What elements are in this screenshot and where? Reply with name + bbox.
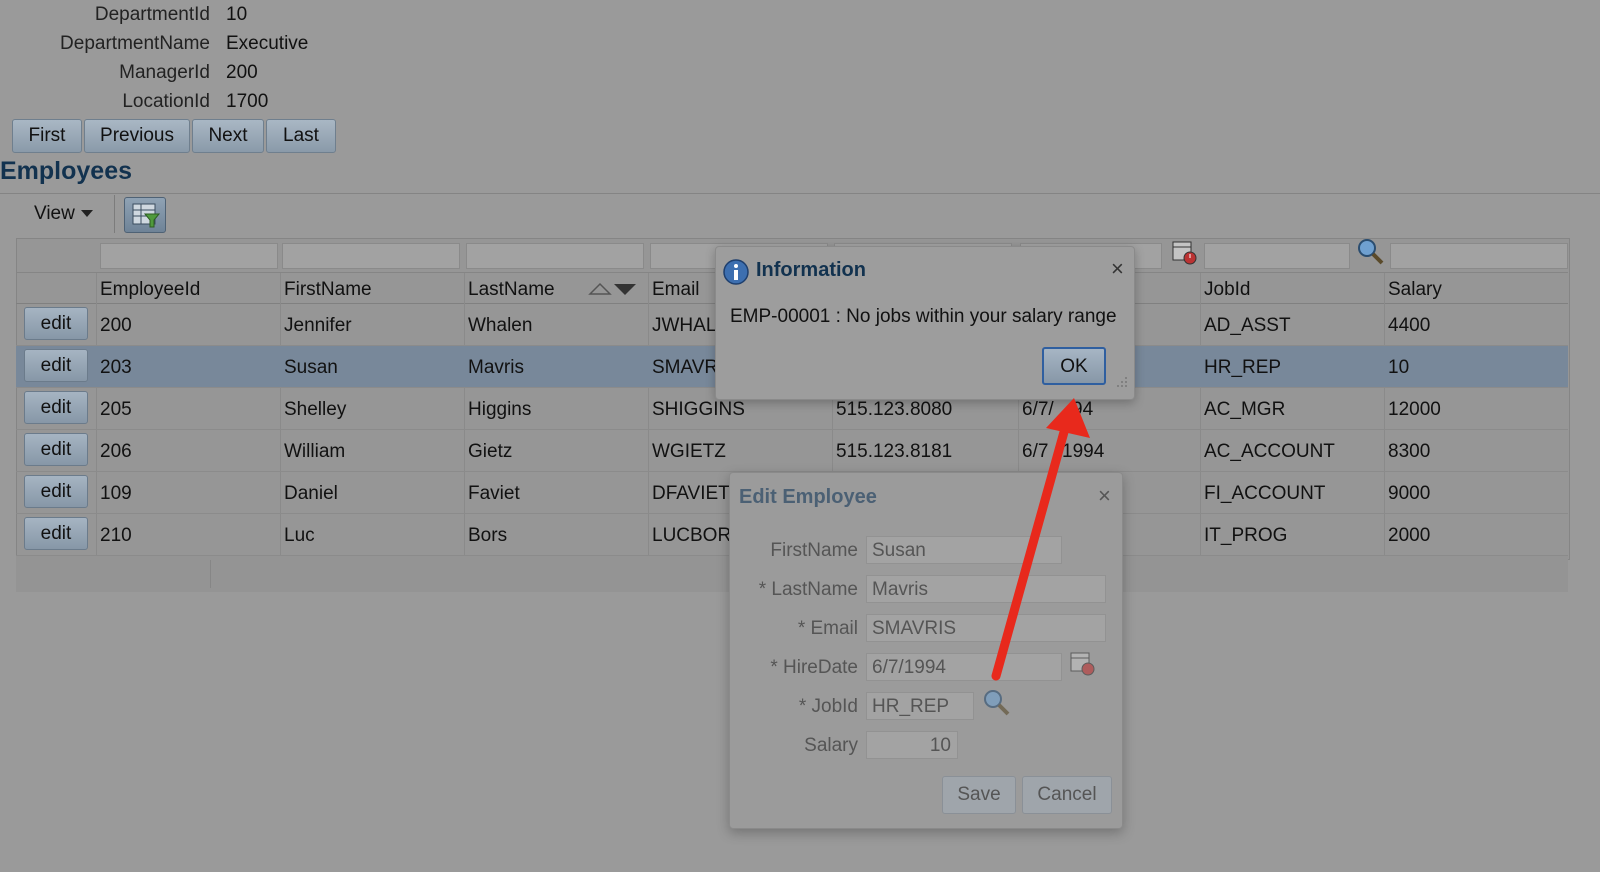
annotation-arrow-icon [991,398,1090,681]
